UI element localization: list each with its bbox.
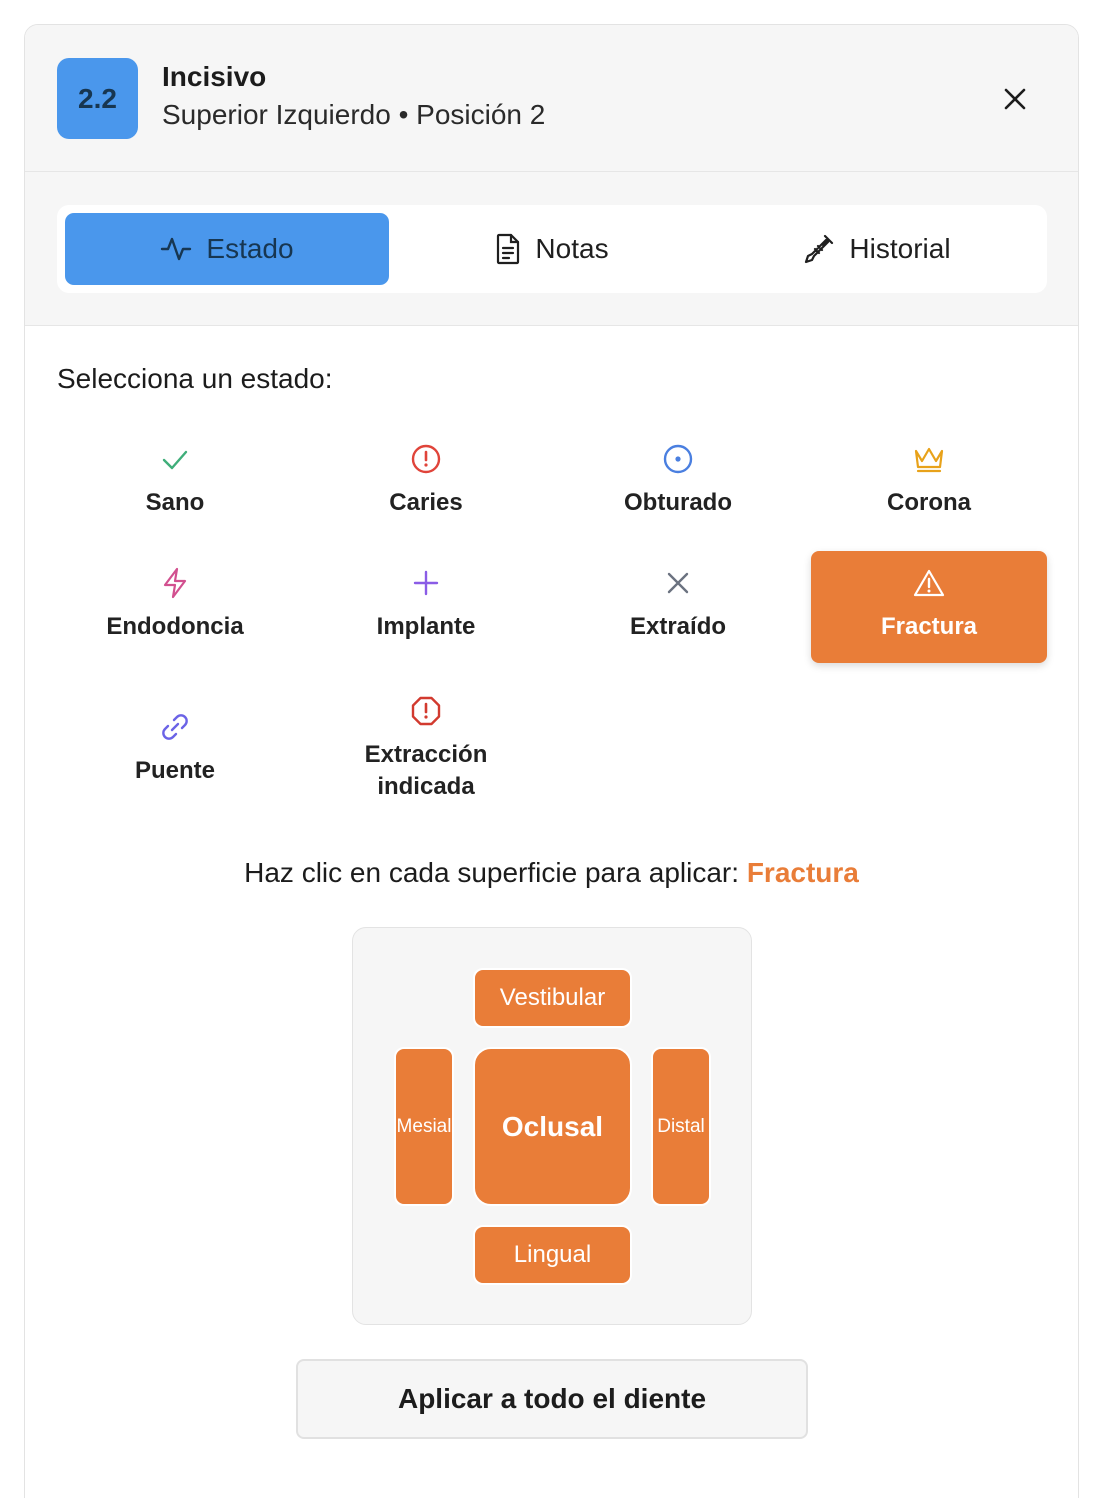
panel-header: 2.2 Incisivo Superior Izquierdo • Posici…	[25, 25, 1078, 172]
tab-bar: Estado Notas Historial	[57, 205, 1047, 293]
crown-icon	[914, 447, 944, 473]
status-sano[interactable]: Sano	[57, 427, 293, 539]
instruction-text: Haz clic en cada superficie para aplicar…	[244, 857, 740, 888]
surface-vestibular[interactable]: Vestibular	[473, 968, 632, 1028]
surface-mesial[interactable]: Mesial	[394, 1047, 454, 1206]
status-extraido[interactable]: Extraído	[560, 551, 796, 663]
activity-icon	[161, 237, 192, 261]
status-label: Corona	[887, 489, 971, 516]
status-label: Implante	[376, 613, 476, 640]
tabs-band: Estado Notas Historial	[25, 172, 1078, 326]
close-button[interactable]	[993, 77, 1037, 121]
document-icon	[497, 233, 520, 265]
status-label: Puente	[134, 757, 215, 784]
surface-distal[interactable]: Distal	[651, 1047, 711, 1206]
status-extraccion-indicada[interactable]: Extracción indicada	[308, 679, 544, 819]
tab-estado[interactable]: Estado	[65, 213, 389, 285]
plus-icon	[413, 570, 439, 596]
link-icon	[162, 714, 188, 740]
status-corona[interactable]: Corona	[811, 427, 1047, 539]
warning-triangle-icon	[913, 569, 945, 597]
close-icon	[1004, 88, 1026, 110]
status-label: Extracción indicada	[364, 741, 488, 800]
x-icon	[667, 572, 689, 594]
status-caries[interactable]: Caries	[308, 427, 544, 539]
status-label: Endodoncia	[106, 613, 244, 640]
tab-notas-label: Notas	[535, 233, 609, 264]
status-fractura[interactable]: Fractura	[811, 551, 1047, 663]
alert-circle-icon	[411, 444, 441, 474]
surface-lingual[interactable]: Lingual	[473, 1225, 632, 1285]
syringe-icon	[805, 234, 834, 264]
status-label: Fractura	[880, 613, 978, 640]
lightning-icon	[163, 567, 187, 599]
tab-estado-label: Estado	[206, 233, 294, 264]
alert-octagon-icon	[411, 696, 441, 726]
tab-historial[interactable]: Historial	[715, 213, 1039, 285]
target-circle-icon	[663, 444, 693, 474]
tooth-surface-map: Vestibular Mesial Oclusal Distal Lingual	[352, 927, 752, 1325]
instruction-selected-status: Fractura	[746, 857, 859, 888]
status-implante[interactable]: Implante	[308, 551, 544, 663]
tab-historial-label: Historial	[849, 233, 951, 264]
tooth-number-badge: 2.2	[57, 58, 138, 139]
status-puente[interactable]: Puente	[57, 695, 293, 807]
apply-whole-tooth-button[interactable]: Aplicar a todo el diente	[296, 1359, 808, 1439]
tab-notas[interactable]: Notas	[390, 213, 714, 285]
check-icon	[162, 450, 188, 470]
status-label: Sano	[145, 489, 205, 516]
status-label: Caries	[389, 489, 463, 516]
tooth-detail-panel: 2.2 Incisivo Superior Izquierdo • Posici…	[24, 24, 1079, 1498]
tooth-subtitle: Superior Izquierdo • Posición 2	[162, 99, 546, 130]
tooth-title: Incisivo	[162, 61, 267, 92]
status-endodoncia[interactable]: Endodoncia	[57, 551, 293, 663]
status-prompt: Selecciona un estado:	[57, 363, 333, 394]
status-label: Obturado	[624, 489, 732, 516]
status-obturado[interactable]: Obturado	[560, 427, 796, 539]
surface-oclusal[interactable]: Oclusal	[473, 1047, 632, 1206]
status-label: Extraído	[629, 613, 727, 640]
surface-instruction: Haz clic en cada superficie para aplicar…	[25, 857, 1078, 889]
